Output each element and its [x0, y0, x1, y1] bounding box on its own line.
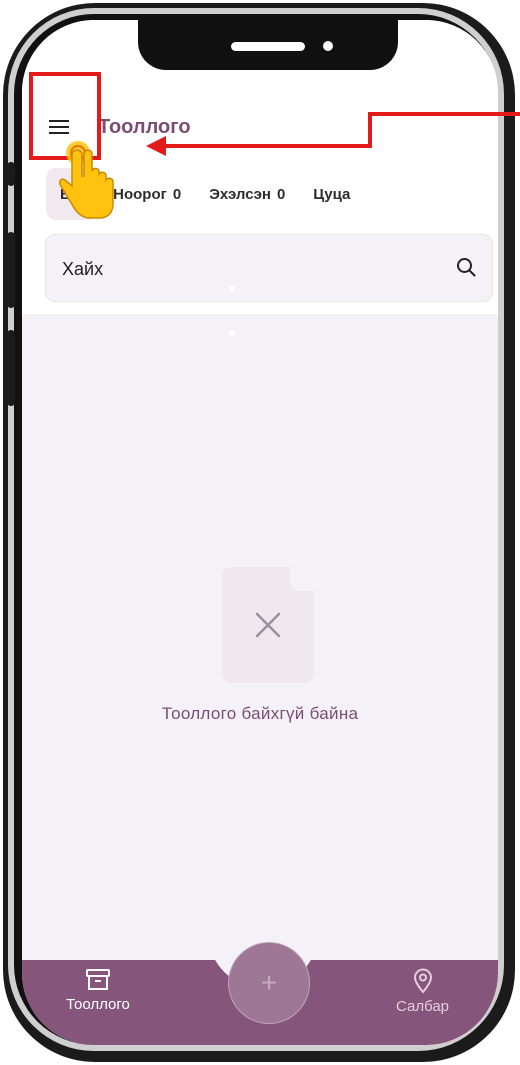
nav-label: Тооллого [66, 996, 130, 1013]
location-pin-icon [413, 968, 432, 994]
tap-hand-icon [59, 141, 114, 219]
nav-inventory[interactable]: Тооллого [66, 968, 130, 1013]
nav-branch[interactable]: Салбар [396, 968, 449, 1015]
x-icon [255, 612, 281, 638]
search-box [45, 234, 493, 303]
empty-state-icon [222, 567, 314, 683]
search-input[interactable] [60, 235, 444, 303]
search-icon[interactable] [456, 257, 476, 277]
background-dot [229, 330, 235, 336]
phone-volume-up [7, 232, 15, 308]
background-dot [229, 286, 235, 292]
background-date-text: Sunday, September 12 [122, 372, 398, 402]
phone-volume-down [7, 330, 15, 406]
add-button[interactable]: + [228, 942, 310, 1024]
nav-label: Салбар [396, 998, 450, 1015]
archive-icon [85, 969, 110, 990]
plus-icon: + [260, 967, 278, 998]
empty-state-message: Тооллого байхгүй байна [161, 704, 359, 723]
